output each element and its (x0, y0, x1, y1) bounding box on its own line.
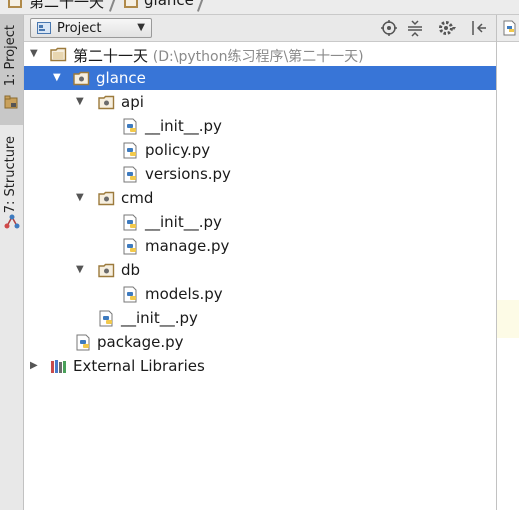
tree-node-label: External Libraries (73, 357, 205, 375)
tree-node-label: package.py (97, 333, 184, 351)
tree-row-api[interactable]: ▼ api (24, 90, 496, 114)
breadcrumb-root[interactable]: 第二十一天 (29, 0, 104, 12)
tree-node-label: models.py (145, 285, 223, 303)
tree-node-label: __init__.py (121, 309, 198, 327)
structure-tool-icon (4, 214, 20, 229)
expand-arrow-icon[interactable]: ▼ (76, 264, 84, 275)
tree-row-file[interactable]: manage.py (24, 234, 496, 258)
breadcrumb-separator (196, 0, 206, 12)
tree-node-label: __init__.py (145, 213, 222, 231)
folder-icon (8, 0, 22, 8)
tree-row-file[interactable]: package.py (24, 330, 496, 354)
chevron-down-icon: ▼ (137, 22, 145, 33)
scroll-from-source-icon[interactable] (380, 19, 398, 37)
editor-tab[interactable] (497, 15, 519, 42)
python-file-icon (99, 310, 113, 327)
hide-panel-icon[interactable] (470, 19, 488, 37)
package-folder-icon (98, 263, 115, 278)
python-file-icon (76, 334, 90, 351)
python-file-icon (123, 118, 137, 135)
python-file-icon (123, 166, 137, 183)
folder-icon (50, 47, 67, 62)
tool-window-strip: 1: Project 7: Structure (0, 15, 24, 510)
tree-node-label: cmd (121, 189, 154, 207)
tree-node-label: glance (96, 69, 146, 87)
tree-row-file[interactable]: __init__.py (24, 210, 496, 234)
project-panel: Project ▼ ▼ 第二十一天 (D:\python练习程序\第二十一天) … (24, 15, 496, 510)
current-line-highlight (497, 300, 519, 338)
expand-arrow-icon[interactable]: ▼ (30, 48, 38, 59)
tree-node-label: policy.py (145, 141, 211, 159)
project-tool-button[interactable]: 1: Project (0, 15, 23, 125)
project-toolbar: Project ▼ (24, 15, 496, 42)
view-mode-label: Project (57, 21, 102, 36)
tree-row-cmd[interactable]: ▼ cmd (24, 186, 496, 210)
package-folder-icon (73, 71, 90, 86)
gear-icon[interactable] (438, 19, 456, 37)
python-file-icon (123, 214, 137, 231)
project-view-icon (37, 22, 51, 34)
project-tool-icon (4, 95, 18, 109)
tree-node-label: versions.py (145, 165, 231, 183)
expand-arrow-icon[interactable]: ▼ (76, 96, 84, 107)
tree-row-external-libraries[interactable]: ▶ External Libraries (24, 354, 496, 378)
package-folder-icon (98, 191, 115, 206)
tree-row-root-folder[interactable]: ▼ 第二十一天 (D:\python练习程序\第二十一天) (24, 42, 496, 66)
project-tool-label: 1: Project (3, 25, 18, 87)
python-file-icon (123, 286, 137, 303)
collapse-all-icon[interactable] (406, 19, 424, 37)
expand-arrow-icon[interactable]: ▼ (53, 72, 61, 83)
package-icon (124, 0, 138, 8)
tree-row-file[interactable]: __init__.py (24, 306, 496, 330)
expand-arrow-icon[interactable]: ▶ (30, 360, 38, 371)
expand-arrow-icon[interactable]: ▼ (76, 192, 84, 203)
package-folder-icon (98, 95, 115, 110)
tree-row-file[interactable]: __init__.py (24, 114, 496, 138)
library-icon (51, 360, 66, 373)
tree-node-label: __init__.py (145, 117, 222, 135)
breadcrumb-separator (108, 0, 118, 12)
tree-node-label: api (121, 93, 144, 111)
tree-row-db[interactable]: ▼ db (24, 258, 496, 282)
tree-node-label: manage.py (145, 237, 230, 255)
tree-node-label: db (121, 261, 141, 279)
editor-area[interactable] (496, 15, 519, 510)
structure-tool-button[interactable]: 7: Structure (0, 130, 23, 235)
navigation-breadcrumb: 第二十一天 glance (0, 0, 519, 15)
view-mode-select[interactable]: Project ▼ (30, 18, 152, 38)
tree-row-file[interactable]: models.py (24, 282, 496, 306)
python-file-icon (503, 20, 516, 36)
python-file-icon (123, 238, 137, 255)
breadcrumb-child[interactable]: glance (144, 0, 194, 9)
tree-node-label: 第二十一天 (D:\python练习程序\第二十一天) (73, 47, 364, 65)
python-file-icon (123, 142, 137, 159)
tree-row-glance[interactable]: ▼ glance (24, 66, 496, 90)
tree-row-file[interactable]: policy.py (24, 138, 496, 162)
tree-row-file[interactable]: versions.py (24, 162, 496, 186)
structure-tool-label: 7: Structure (3, 136, 18, 214)
